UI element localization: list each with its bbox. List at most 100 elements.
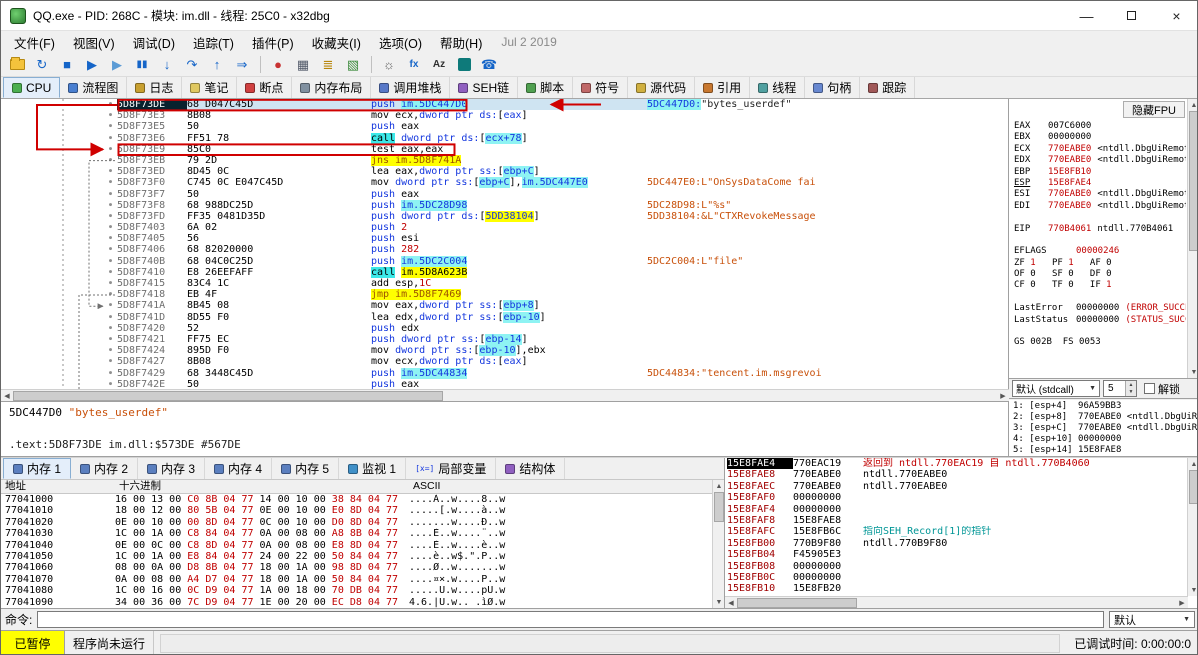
stack-row[interactable]: 15E8FAE4 770EAC19 返回到 ntdll.770EAC19 自 ntd… — [725, 458, 1197, 470]
disasm-address[interactable]: 5D8F7410 — [117, 267, 187, 278]
dump-byte-group[interactable]: 08 00 0A 00 — [115, 562, 181, 573]
dump-byte-group[interactable]: 1C 00 1A 00 — [115, 528, 181, 539]
call-argument-row[interactable]: 2: [esp+8] 770EABE0 <ntdll.DbgUiRemoteBr… — [1013, 412, 1197, 423]
breakpoint-dot[interactable]: ● — [109, 323, 112, 334]
help-icon[interactable]: ☎ — [477, 54, 501, 75]
disasm-bytes[interactable]: 83C4 1C — [187, 278, 371, 289]
dump-hex-bytes[interactable]: 1C 00 16 00 0C D9 04 77 1A 00 18 00 70 D… — [115, 585, 409, 596]
disasm-address[interactable]: 5D8F7405 — [117, 233, 187, 244]
disasm-bytes[interactable]: FF35 0481D35D — [187, 211, 371, 222]
shortcuts-fx-icon[interactable]: fx — [402, 54, 426, 75]
dump-row[interactable]: 77041070 0A 00 08 00 A4 D7 04 77 18 00 1A… — [1, 574, 724, 585]
dump-byte-group[interactable]: C8 84 04 77 — [187, 528, 253, 539]
breakpoint-dot[interactable]: ● — [109, 166, 112, 177]
breakpoint-dot[interactable]: ● — [109, 222, 112, 233]
registers-panel[interactable]: 隐藏FPU EAX 007C6000 EBX 00000000 ECX 770EABE0 <… — [1009, 99, 1197, 378]
flags-row[interactable]: CF 0 TF 0 IF 1 — [1014, 280, 1186, 291]
disasm-comment[interactable] — [647, 166, 1008, 177]
disasm-instruction[interactable]: mov dword ptr ss:[ebp-10],ebx — [371, 345, 647, 357]
disasm-address[interactable]: 5D8F7415 — [117, 278, 187, 289]
dump-hex-bytes[interactable]: 0E 00 0C 00 C8 8D 04 77 0A 00 08 00 E8 8… — [115, 540, 409, 551]
disasm-address[interactable]: 5D8F741D — [117, 312, 187, 323]
register-value[interactable]: 00000000 — [1076, 303, 1119, 314]
disasm-bytes[interactable]: 68 3448C45D — [187, 368, 371, 379]
stack-address[interactable]: 15E8FB04 — [727, 549, 793, 560]
flags-row[interactable]: ZF 1 PF 1 AF 0 — [1014, 258, 1186, 269]
stack-address[interactable]: 15E8FB00 — [727, 538, 793, 549]
disasm-bytes[interactable]: 68 04C0C25D — [187, 256, 371, 267]
stack-row[interactable]: 15E8FB0C 00000000 — [725, 572, 1197, 583]
run-icon[interactable]: ▶ — [80, 54, 104, 75]
disasm-instruction[interactable]: push eax — [371, 379, 647, 389]
unlock-checkbox[interactable] — [1144, 383, 1155, 394]
dump-byte-group[interactable]: 14 00 10 00 — [260, 494, 326, 505]
dump-byte-group[interactable]: 0C D9 04 77 — [187, 585, 253, 596]
stack-value[interactable]: 15E8FB6C — [793, 526, 863, 537]
stack-row[interactable]: 15E8FAEC 770EABE0 ntdll.770EABE0 — [725, 481, 1197, 492]
scroll-left-icon[interactable]: ◀ — [725, 597, 737, 608]
disasm-comment[interactable] — [647, 323, 1008, 334]
stack-value[interactable]: 00000000 — [793, 572, 863, 583]
registers-vscrollbar[interactable]: ▲ ▼ — [1187, 99, 1197, 378]
disasm-bytes[interactable]: 56 — [187, 233, 371, 244]
maximize-button[interactable] — [1109, 1, 1154, 30]
dump-row[interactable]: 77041080 1C 00 16 00 0C D9 04 77 1A 00 18… — [1, 585, 724, 596]
disasm-row[interactable]: ● 5D8F73DE 68 D047C45D push im.5DC447D0 5DC4… — [1, 99, 1008, 111]
breakpoint-dot[interactable]: ● — [109, 200, 112, 211]
dump-address[interactable]: 77041050 — [5, 551, 115, 562]
stack-vscrollbar[interactable]: ▲ ▼ — [1187, 458, 1197, 596]
dump-row[interactable]: 77041040 0E 00 0C 00 C8 8D 04 77 0A 00 08… — [1, 540, 724, 551]
disasm-instruction[interactable]: mov ecx,dword ptr ds:[eax] — [371, 110, 647, 121]
disasm-row[interactable]: ● 5D8F73E5 50 push eax — [1, 121, 1008, 132]
dump-byte-group[interactable]: D8 8B 04 77 — [187, 562, 253, 573]
disasm-row[interactable]: ● 5D8F73FD FF35 0481D35D push dword ptr ds:… — [1, 210, 1008, 222]
dump-hex-bytes[interactable]: 0A 00 08 00 A4 D7 04 77 18 00 1A 00 50 8… — [115, 574, 409, 585]
disasm-comment[interactable]: 5DD38104:&L"CTXRevokeMessage — [647, 211, 1008, 222]
disasm-row[interactable]: ● 5D8F7406 68 82020000 push 282 — [1, 244, 1008, 255]
tab-监视-1[interactable]: 监视 1 — [339, 458, 407, 479]
disasm-row[interactable]: ● 5D8F741D 8D55 F0 lea edx,dword ptr ss:[eb… — [1, 311, 1008, 323]
stack-value[interactable]: 00000000 — [793, 492, 863, 503]
register-row-EDI[interactable]: EDI 770EABE0 <ntdll.DbgUiRemoteBreakin> — [1014, 201, 1186, 212]
scroll-thumb[interactable] — [1189, 470, 1197, 504]
dump-ascii[interactable]: .......w....Ð..w — [409, 517, 724, 528]
stack-value[interactable]: 15E8FB20 — [793, 583, 863, 594]
dump-address[interactable]: 77041070 — [5, 574, 115, 585]
disasm-bytes[interactable]: EB 4F — [187, 289, 371, 300]
tab-内存-4[interactable]: 内存 4 — [205, 458, 273, 479]
breakpoint-dot[interactable]: ● — [109, 233, 112, 244]
disasm-row[interactable]: ● 5D8F741A 8B45 08 mov eax,dword ptr ss:[eb… — [1, 300, 1008, 312]
dump-address[interactable]: 77041010 — [5, 505, 115, 516]
dump-byte-group[interactable]: 0C 00 10 00 — [260, 517, 326, 528]
settings-icon[interactable]: ☼ — [377, 54, 401, 75]
dump-hex-bytes[interactable]: 0E 00 10 00 00 8D 04 77 0C 00 10 00 D0 8… — [115, 517, 409, 528]
disasm-row[interactable]: ● 5D8F7429 68 3448C45D push im.5DC44834 5DC4… — [1, 367, 1008, 379]
menu-item-2[interactable]: 调试(D) — [124, 31, 184, 54]
dump-hex-bytes[interactable]: 08 00 0A 00 D8 8B 04 77 18 00 1A 00 98 8… — [115, 562, 409, 573]
open-file-icon[interactable] — [5, 54, 29, 75]
dump-hex-bytes[interactable]: 1C 00 1A 00 C8 84 04 77 0A 00 08 00 A8 8… — [115, 528, 409, 539]
disasm-row[interactable]: ● 5D8F73E3 8B08 mov ecx,dword ptr ds:[eax] — [1, 110, 1008, 121]
stack-value[interactable]: 770EABE0 — [793, 481, 863, 492]
breakpoint-dot[interactable]: ● — [109, 244, 112, 255]
stack-row[interactable]: 15E8FAF4 00000000 — [725, 504, 1197, 515]
disasm-address[interactable]: 5D8F7427 — [117, 356, 187, 367]
register-row-LastError[interactable]: LastError 00000000 (ERROR_SUCCESS) — [1014, 303, 1186, 314]
breakpoint-dot[interactable]: ● — [109, 345, 112, 356]
disasm-comment[interactable]: 5DC447E0:L"OnSysDataCome fai — [647, 177, 1008, 188]
dump-byte-group[interactable]: 1A 00 18 00 — [260, 585, 326, 596]
disasm-row[interactable]: ● 5D8F7415 83C4 1C add esp,1C — [1, 278, 1008, 289]
dump-byte-group[interactable]: 16 00 13 00 — [115, 494, 181, 505]
disasm-address[interactable]: 5D8F7429 — [117, 368, 187, 379]
disasm-comment[interactable] — [647, 189, 1008, 200]
disasm-bytes[interactable]: 68 82020000 — [187, 244, 371, 255]
breakpoint-dot[interactable]: ● — [109, 278, 112, 289]
disasm-instruction[interactable]: mov dword ptr ss:[ebp+C],im.5DC447E0 — [371, 177, 647, 189]
log-window-icon[interactable]: ≣ — [316, 54, 340, 75]
disasm-instruction[interactable]: call im.5D8A623B — [371, 266, 647, 278]
dump-address[interactable]: 77041080 — [5, 585, 115, 596]
menu-item-6[interactable]: 选项(O) — [370, 31, 431, 54]
tab-seh-chain[interactable]: SEH链 — [450, 77, 519, 98]
execute-till-return-icon[interactable]: ↑ — [205, 54, 229, 75]
dump-address[interactable]: 77041090 — [5, 597, 115, 608]
